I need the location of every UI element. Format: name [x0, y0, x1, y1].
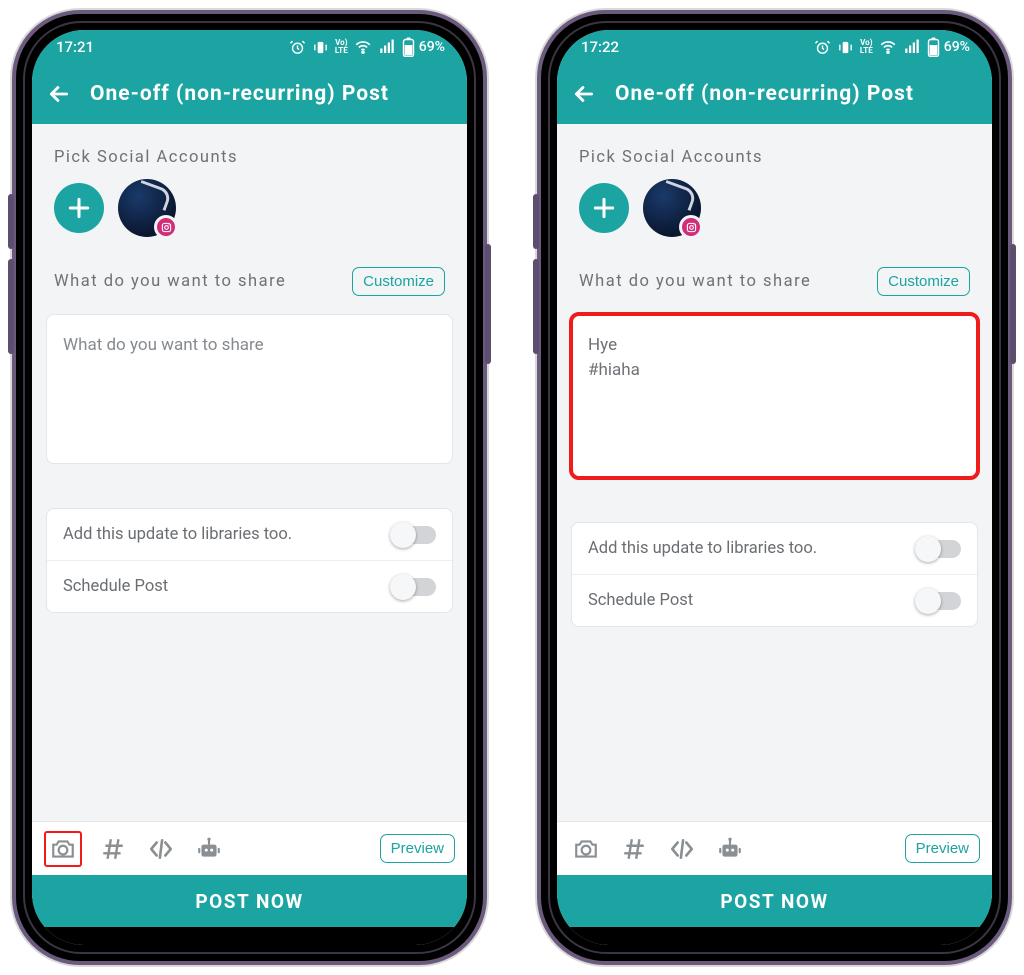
content-area: Pick Social Accounts What do you want to…	[32, 124, 467, 821]
app-header: One-off (non-recurring) Post	[557, 64, 992, 124]
hw-button	[8, 194, 14, 249]
status-time: 17:22	[581, 38, 619, 56]
page-title: One-off (non-recurring) Post	[615, 82, 914, 106]
nav-gap	[557, 927, 992, 945]
add-to-libraries-toggle[interactable]	[392, 526, 436, 544]
nav-gap	[32, 927, 467, 945]
app-header: One-off (non-recurring) Post	[32, 64, 467, 124]
add-to-libraries-label: Add this update to libraries too.	[63, 525, 292, 544]
schedule-post-label: Schedule Post	[588, 591, 693, 610]
account-avatar[interactable]	[643, 179, 701, 237]
add-to-libraries-row: Add this update to libraries too.	[47, 509, 452, 560]
signal-icon	[378, 38, 396, 56]
hw-button	[8, 259, 14, 354]
wifi-icon	[354, 38, 372, 56]
add-to-libraries-toggle[interactable]	[917, 540, 961, 558]
page-title: One-off (non-recurring) Post	[90, 82, 389, 106]
comparison-stage: 17:21 Vo)LTE 69% One-off (non-recurring)…	[0, 0, 1024, 975]
back-button[interactable]	[46, 81, 72, 107]
add-account-button[interactable]	[54, 183, 104, 233]
robot-icon[interactable]	[713, 832, 747, 866]
screen: 17:22 Vo)LTE 69% One-off (non-recurring)…	[557, 30, 992, 945]
code-icon[interactable]	[665, 832, 699, 866]
back-button[interactable]	[571, 81, 597, 107]
content-area: Pick Social Accounts What do you want to…	[557, 124, 992, 821]
post-now-button[interactable]: POST NOW	[32, 875, 467, 927]
accounts-row	[557, 179, 992, 247]
wifi-icon	[879, 38, 897, 56]
bottom-toolbar: Preview	[557, 821, 992, 875]
code-icon[interactable]	[144, 832, 178, 866]
share-header-row: What do you want to share Customize	[557, 247, 992, 308]
signal-icon	[903, 38, 921, 56]
robot-icon[interactable]	[192, 832, 226, 866]
hw-button	[533, 259, 539, 354]
instagram-badge-icon	[679, 215, 703, 239]
add-to-libraries-label: Add this update to libraries too.	[588, 539, 817, 558]
schedule-post-row: Schedule Post	[47, 560, 452, 612]
camera-icon[interactable]	[44, 831, 82, 867]
vibrate-icon	[312, 38, 329, 56]
volte-icon: Vo)LTE	[860, 38, 873, 56]
hashtag-icon[interactable]	[617, 832, 651, 866]
pick-accounts-label: Pick Social Accounts	[32, 124, 467, 179]
status-bar: 17:22 Vo)LTE 69%	[557, 30, 992, 64]
status-time: 17:21	[56, 38, 94, 56]
preview-button[interactable]: Preview	[905, 834, 980, 863]
alarm-icon	[289, 38, 306, 56]
hw-button	[485, 244, 491, 364]
hw-button	[533, 194, 539, 249]
preview-button[interactable]: Preview	[380, 834, 455, 863]
share-header-row: What do you want to share Customize	[32, 247, 467, 308]
alarm-icon	[814, 38, 831, 56]
pick-accounts-label: Pick Social Accounts	[557, 124, 992, 179]
share-label: What do you want to share	[579, 272, 811, 291]
schedule-post-toggle[interactable]	[917, 592, 961, 610]
screen: 17:21 Vo)LTE 69% One-off (non-recurring)…	[32, 30, 467, 945]
post-text-input[interactable]: What do you want to share	[46, 314, 453, 464]
post-text-input[interactable]: Hye #hiaha	[571, 314, 978, 478]
schedule-post-label: Schedule Post	[63, 577, 168, 596]
customize-button[interactable]: Customize	[877, 267, 970, 296]
post-now-button[interactable]: POST NOW	[557, 875, 992, 927]
hashtag-icon[interactable]	[96, 832, 130, 866]
volte-icon: Vo)LTE	[335, 38, 348, 56]
add-account-button[interactable]	[579, 183, 629, 233]
battery-text: 69%	[944, 39, 970, 55]
vibrate-icon	[837, 38, 854, 56]
battery-icon	[927, 38, 940, 56]
phone-frame: 17:22 Vo)LTE 69% One-off (non-recurring)…	[537, 10, 1012, 965]
add-to-libraries-row: Add this update to libraries too.	[572, 523, 977, 574]
options-card: Add this update to libraries too. Schedu…	[46, 508, 453, 613]
account-avatar[interactable]	[118, 179, 176, 237]
share-label: What do you want to share	[54, 272, 286, 291]
options-card: Add this update to libraries too. Schedu…	[571, 522, 978, 627]
customize-button[interactable]: Customize	[352, 267, 445, 296]
instagram-badge-icon	[154, 215, 178, 239]
battery-text: 69%	[419, 39, 445, 55]
battery-icon	[402, 38, 415, 56]
status-bar: 17:21 Vo)LTE 69%	[32, 30, 467, 64]
schedule-post-toggle[interactable]	[392, 578, 436, 596]
bottom-toolbar: Preview	[32, 821, 467, 875]
phone-frame: 17:21 Vo)LTE 69% One-off (non-recurring)…	[12, 10, 487, 965]
accounts-row	[32, 179, 467, 247]
camera-icon[interactable]	[569, 832, 603, 866]
schedule-post-row: Schedule Post	[572, 574, 977, 626]
hw-button	[1010, 244, 1016, 364]
